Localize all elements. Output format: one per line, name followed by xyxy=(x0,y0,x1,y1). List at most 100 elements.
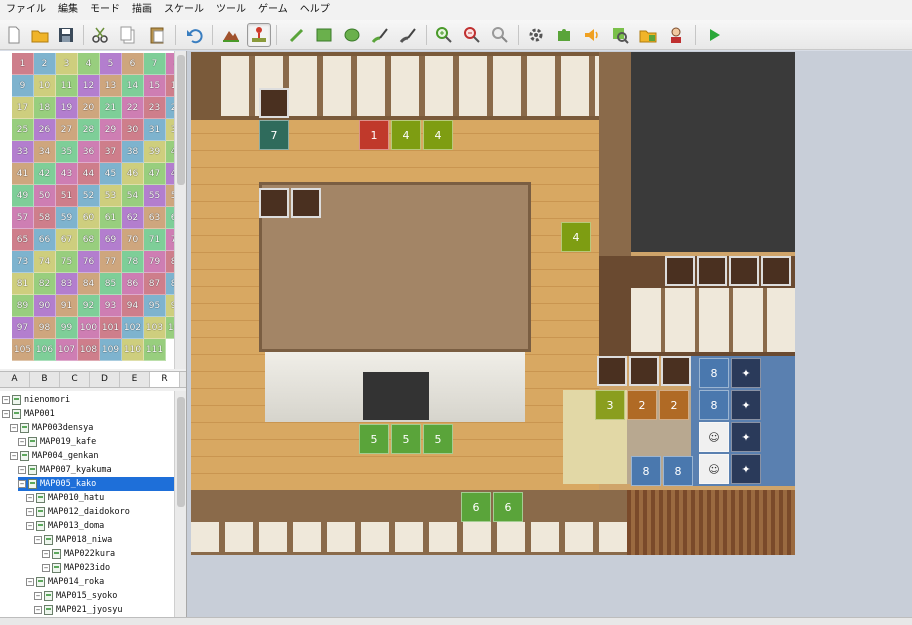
palette-cell[interactable]: 33 xyxy=(12,141,34,163)
tree-node[interactable]: − MAP018_niwa xyxy=(34,533,112,547)
expand-icon[interactable]: − xyxy=(26,494,34,502)
palette-cell[interactable]: 39 xyxy=(144,141,166,163)
menu-help[interactable]: ヘルプ xyxy=(294,0,336,20)
palette-cell[interactable]: 54 xyxy=(122,185,144,207)
palette-cell[interactable]: 71 xyxy=(144,229,166,251)
palette-cell[interactable]: 30 xyxy=(122,119,144,141)
palette-cell[interactable]: 80 xyxy=(166,251,174,273)
tree-node[interactable]: − MAP015_syoko xyxy=(34,589,117,603)
palette-cell[interactable]: 62 xyxy=(122,207,144,229)
palette-cell[interactable]: 32 xyxy=(166,119,174,141)
expand-icon[interactable]: − xyxy=(10,452,18,460)
tree-node[interactable]: − MAP010_hatu xyxy=(26,491,104,505)
tab-c[interactable]: C xyxy=(60,372,90,387)
map-event[interactable]: 2 xyxy=(627,390,657,420)
palette-cell[interactable]: 88 xyxy=(166,273,174,295)
palette-cell[interactable]: 90 xyxy=(34,295,56,317)
palette-cell[interactable]: 13 xyxy=(100,75,122,97)
menu-game[interactable]: ゲーム xyxy=(252,0,294,20)
palette-cell[interactable]: 108 xyxy=(78,339,100,361)
map-event[interactable]: 3 xyxy=(595,390,625,420)
map-event[interactable]: 4 xyxy=(423,120,453,150)
palette-cell[interactable]: 56 xyxy=(166,185,174,207)
map-event[interactable]: 6 xyxy=(461,492,491,522)
map-event[interactable]: 1 xyxy=(359,120,389,150)
palette-cell[interactable]: 3 xyxy=(56,53,78,75)
palette-cell[interactable]: 68 xyxy=(78,229,100,251)
map-event[interactable]: 5 xyxy=(391,424,421,454)
palette-cell[interactable]: 73 xyxy=(12,251,34,273)
palette-cell[interactable]: 17 xyxy=(12,97,34,119)
map-canvas[interactable]: ✦ ✦ ✦ ✦ ☺ ☺ 7 1 4 4 4 3 2 2 8 8 8 8 5 5 … xyxy=(191,52,795,555)
tree-node[interactable]: − nienomori xyxy=(2,393,70,407)
palette-cell[interactable]: 1 xyxy=(12,53,34,75)
map-mode-button[interactable] xyxy=(219,23,243,47)
palette-cell[interactable]: 63 xyxy=(144,207,166,229)
paste-button[interactable] xyxy=(145,23,169,47)
menu-tools[interactable]: ツール xyxy=(210,0,252,20)
palette-cell[interactable]: 65 xyxy=(12,229,34,251)
palette-cell[interactable]: 10 xyxy=(34,75,56,97)
expand-icon[interactable]: − xyxy=(26,508,34,516)
expand-icon[interactable]: − xyxy=(2,410,10,418)
palette-cell[interactable]: 5 xyxy=(100,53,122,75)
palette-cell[interactable]: 47 xyxy=(144,163,166,185)
palette-cell[interactable]: 96 xyxy=(166,295,174,317)
palette-cell[interactable]: 36 xyxy=(78,141,100,163)
map-event[interactable]: 6 xyxy=(493,492,523,522)
palette-cell[interactable]: 37 xyxy=(100,141,122,163)
palette-cell[interactable]: 91 xyxy=(56,295,78,317)
palette-cell[interactable]: 4 xyxy=(78,53,100,75)
palette-cell[interactable]: 87 xyxy=(144,273,166,295)
palette-cell[interactable]: 6 xyxy=(122,53,144,75)
expand-icon[interactable]: − xyxy=(42,564,50,572)
tree-node[interactable]: − MAP003densya xyxy=(10,421,93,435)
shadow-pen-button[interactable] xyxy=(396,23,420,47)
expand-icon[interactable]: − xyxy=(42,550,50,558)
palette-cell[interactable]: 85 xyxy=(100,273,122,295)
palette-cell[interactable]: 43 xyxy=(56,163,78,185)
palette-cell[interactable]: 104 xyxy=(166,317,174,339)
character-generator-button[interactable] xyxy=(664,23,688,47)
tree-node[interactable]: − MAP021_jyosyu xyxy=(34,603,123,617)
palette-cell[interactable]: 82 xyxy=(34,273,56,295)
palette-cell[interactable]: 26 xyxy=(34,119,56,141)
sparkle-event[interactable]: ✦ xyxy=(731,422,761,452)
palette-cell[interactable]: 95 xyxy=(144,295,166,317)
palette-cell[interactable]: 49 xyxy=(12,185,34,207)
expand-icon[interactable]: − xyxy=(2,396,10,404)
palette-cell[interactable]: 8 xyxy=(166,53,174,75)
palette-cell[interactable]: 55 xyxy=(144,185,166,207)
map-event[interactable]: 5 xyxy=(423,424,453,454)
palette-cell[interactable]: 92 xyxy=(78,295,100,317)
sparkle-event[interactable]: ✦ xyxy=(731,454,761,484)
palette-cell[interactable]: 14 xyxy=(122,75,144,97)
map-tree-scrollbar[interactable] xyxy=(174,391,186,617)
character-event-icon[interactable]: ☺ xyxy=(699,422,729,452)
palette-cell[interactable]: 7 xyxy=(144,53,166,75)
rectangle-button[interactable] xyxy=(312,23,336,47)
map-event[interactable]: 5 xyxy=(359,424,389,454)
sound-test-button[interactable] xyxy=(580,23,604,47)
sparkle-event[interactable]: ✦ xyxy=(731,390,761,420)
palette-cell[interactable]: 20 xyxy=(78,97,100,119)
palette-cell[interactable]: 111 xyxy=(144,339,166,361)
actual-size-button[interactable] xyxy=(488,23,512,47)
palette-cell[interactable]: 42 xyxy=(34,163,56,185)
palette-cell[interactable]: 84 xyxy=(78,273,100,295)
palette-cell[interactable]: 9 xyxy=(12,75,34,97)
palette-cell[interactable]: 103 xyxy=(144,317,166,339)
palette-cell[interactable]: 41 xyxy=(12,163,34,185)
map-event[interactable]: 4 xyxy=(391,120,421,150)
palette-cell[interactable]: 50 xyxy=(34,185,56,207)
expand-icon[interactable]: − xyxy=(18,466,26,474)
palette-cell[interactable]: 61 xyxy=(100,207,122,229)
palette-cell[interactable]: 12 xyxy=(78,75,100,97)
zoom-in-button[interactable] xyxy=(432,23,456,47)
save-project-button[interactable] xyxy=(54,23,78,47)
palette-cell[interactable]: 15 xyxy=(144,75,166,97)
palette-cell[interactable]: 81 xyxy=(12,273,34,295)
palette-cell[interactable]: 86 xyxy=(122,273,144,295)
event-mode-button[interactable] xyxy=(247,23,271,47)
palette-cell[interactable]: 69 xyxy=(100,229,122,251)
